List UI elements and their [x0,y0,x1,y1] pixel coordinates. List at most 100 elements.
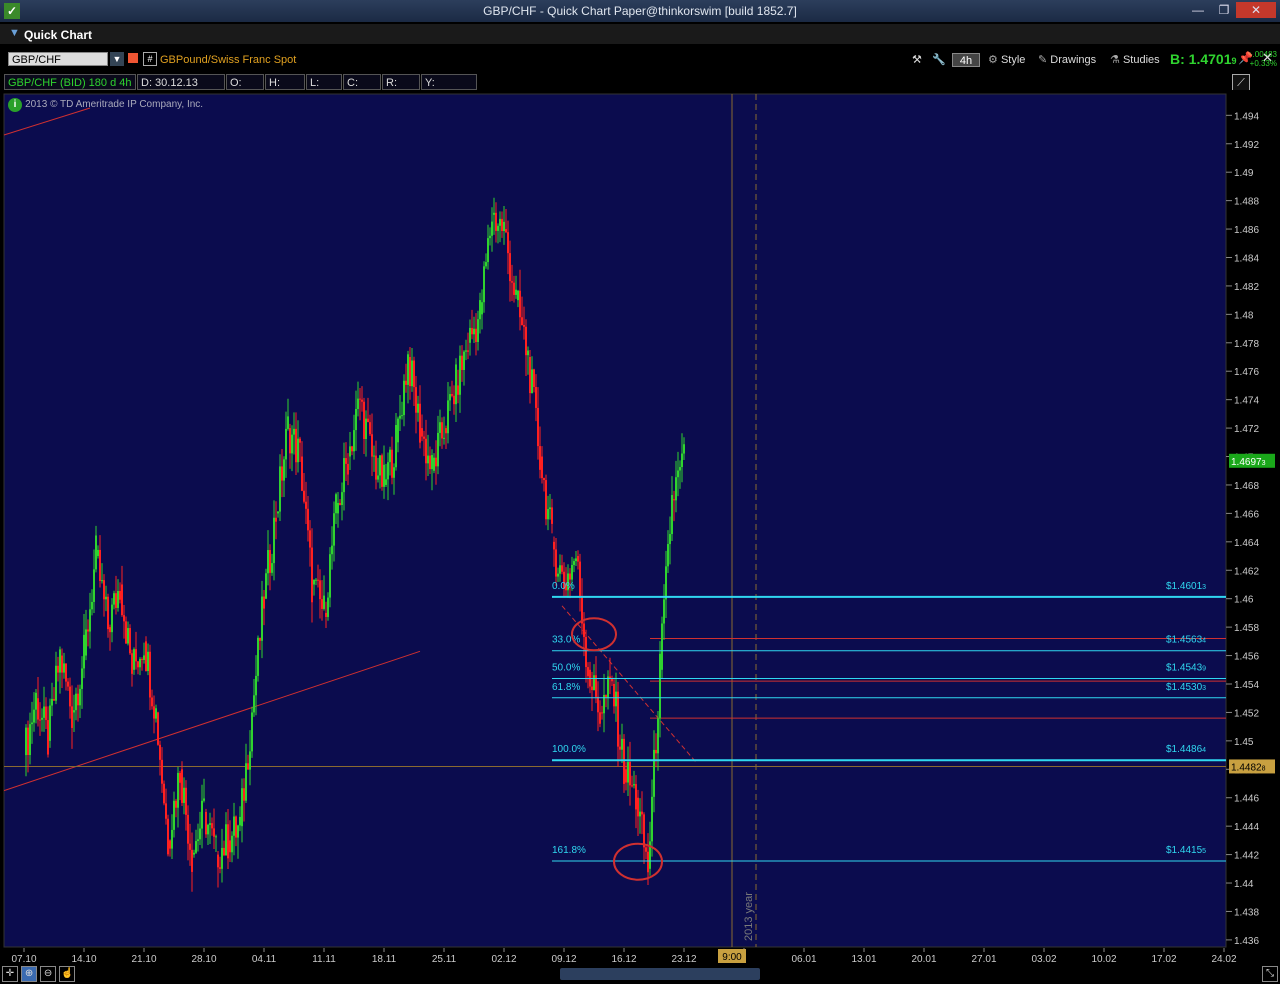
candle-body [83,634,85,669]
candle-body [325,612,327,617]
candle-body [435,457,437,467]
candle-body [171,829,173,849]
candle-body [149,651,151,698]
candle-body [123,615,125,622]
style-button[interactable]: ⚙ Style [988,52,1025,68]
candle-body [605,694,607,698]
hash-icon[interactable]: # [143,52,157,66]
candle-body [335,494,337,514]
candle-body [369,422,371,435]
candle-body [643,814,645,848]
symbol-input[interactable]: GBP/CHF [8,52,108,66]
settings-wrench-icon[interactable]: 🔧 [932,52,946,68]
candle-body [113,593,115,605]
candle-body [273,517,275,564]
maximize-button[interactable]: ❐ [1212,2,1236,18]
zoom-in-icon[interactable]: ⊕ [21,966,38,982]
candle-body [571,564,573,580]
minimize-button[interactable]: — [1186,2,1210,18]
candle-body [59,649,61,673]
candle-body [573,561,575,565]
drawings-button[interactable]: ✎ Drawings [1038,52,1096,68]
candle-body [241,788,243,827]
y-tick-label: 1.44 [1234,879,1254,890]
candle-body [267,550,269,574]
candle-body [503,221,505,232]
horizontal-scrollbar[interactable] [560,968,760,980]
y-tick-label: 1.456 [1234,652,1259,663]
candle-body [253,695,255,713]
candle-body [501,218,503,232]
y-tick-label: 1.45 [1234,737,1254,748]
candle-body [585,636,587,668]
studies-button[interactable]: ⚗ Studies [1110,52,1160,68]
close-button[interactable]: ✕ [1236,2,1276,18]
candle-body [633,784,635,786]
y-tick-label: 1.472 [1234,424,1259,435]
candle-body [447,400,449,434]
candle-body [217,854,219,868]
symbol-dropdown-icon[interactable]: ▼ [110,52,124,66]
candle-body [203,798,205,801]
y-tick-label: 1.444 [1234,822,1259,833]
candle-body [471,327,473,335]
x-tick-label: 20.01 [911,954,936,965]
y-tick-label: 1.462 [1234,566,1259,577]
crosshair-icon[interactable]: ✛ [2,966,18,982]
candle-body [675,477,677,501]
x-tick-label: 16.12 [611,954,636,965]
candle-body [353,430,355,452]
pin-icon[interactable]: 📌 [1238,51,1253,65]
candle-body [347,463,349,475]
candle-body [187,814,189,844]
candle-body [681,453,683,468]
x-tick-label: 09.12 [551,954,576,965]
fib-level-price: $1.44155 [1166,845,1206,856]
candle-body [107,596,109,630]
candle-body [409,357,411,387]
x-tick-label: 24.02 [1211,954,1236,965]
candle-body [221,847,223,869]
candle-body [265,573,267,599]
candle-body [311,547,313,603]
candle-body [661,623,663,670]
expand-icon[interactable]: ⤡ [1262,966,1278,982]
fib-level-price: $1.45303 [1166,682,1206,693]
candle-body [61,655,63,673]
candle-body [431,455,433,470]
candle-body [289,428,291,454]
timeframe-selector[interactable]: 4h [952,53,980,67]
candle-body [517,290,519,301]
candle-body [45,706,47,721]
candle-body [373,455,375,457]
collapse-arrow-icon[interactable]: ▼ [9,27,20,39]
candle-body [35,692,37,710]
pointer-icon[interactable]: ☝ [59,966,76,982]
candle-body [251,712,253,752]
candle-body [195,841,197,853]
panel-close-icon[interactable]: ✕ [1262,50,1273,66]
candle-body [127,628,129,644]
price-chart[interactable]: 2013 year 0.0% $1.4601333.0% $1.4563450.0%… [0,90,1280,984]
candle-body [679,467,681,471]
cursor-time-label: 9:00 [722,952,742,963]
candle-body [315,579,317,581]
candle-body [623,738,625,784]
y-tick-label: 1.436 [1234,936,1259,947]
candle-body [559,565,561,574]
candle-body [341,492,343,506]
zoom-out-icon[interactable]: ⊖ [40,966,57,982]
candle-body [285,428,287,460]
y-tick-label: 1.482 [1234,282,1259,293]
pan-tool-icon[interactable]: ⚒ [912,52,922,68]
candle-body [437,432,439,467]
x-tick-label: 07.10 [11,954,36,965]
info-icon[interactable]: i [8,98,22,112]
candle-body [577,556,579,562]
candle-body [365,418,367,440]
link-color-icon[interactable] [128,53,138,63]
candle-body [259,637,261,641]
candle-body [473,328,475,335]
candle-body [449,394,451,401]
candle-body [361,399,363,402]
